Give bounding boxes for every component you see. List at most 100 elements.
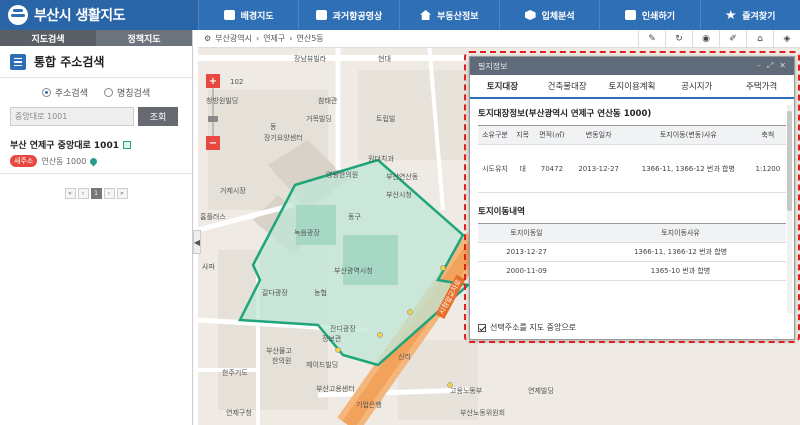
location-pin-icon[interactable] [88, 156, 99, 166]
copy-icon[interactable] [122, 140, 131, 149]
table-cell: 2013-12-27 [570, 144, 627, 193]
minimize-icon[interactable]: – [757, 61, 761, 71]
result-address: 부산 연제구 중앙대로 1001 [10, 141, 119, 151]
tab-land-use-plan[interactable]: 토지이용계획 [600, 75, 665, 97]
checkbox-checked-icon[interactable] [478, 323, 486, 332]
search-result[interactable]: 부산 연제구 중앙대로 1001 새주소 연산동 1000 [0, 128, 192, 174]
breadcrumb: ⚙ 부산광역시 › 연제구 › 연산5동 ✎ ↻ ◉ ✐ ⌂ ◈ [198, 30, 800, 48]
breadcrumb-dong[interactable]: 연산5동 [296, 33, 323, 44]
left-panel: 지도검색 정책지도 통합 주소검색 주소검색 명칭검색 조회 부산 연제구 중앙… [0, 30, 193, 425]
center-on-map-option[interactable]: 선택주소를 지도 중앙으로 [478, 322, 576, 333]
table-row: 2013-12-27 1366-11, 1366-12 번과 합병 [478, 242, 786, 262]
map-label: 정보관 [322, 335, 342, 343]
tab-land-register[interactable]: 토지대장 [470, 75, 535, 99]
table-cell: 시도유지 [478, 144, 512, 193]
tab-map-search[interactable]: 지도검색 [0, 30, 96, 46]
map-label: 동구 [348, 213, 361, 221]
map-label: 부산노동위원회 [460, 409, 506, 417]
nav-label: 입체분석 [541, 11, 575, 22]
map-label: 고용노동부 [450, 387, 483, 395]
zoom-knob[interactable] [208, 116, 218, 122]
map-label: 갈다광장 [262, 289, 288, 297]
table-row: 시도유지 대 70472 2013-12-27 1366-11, 1366-12… [478, 144, 786, 193]
page-next[interactable]: › [103, 188, 115, 199]
popup-tabs: 토지대장 건축물대장 토지이용계획 공시지가 주택가격 [470, 75, 794, 99]
maximize-icon[interactable]: ⤢ [767, 61, 773, 71]
search-type-radios: 주소검색 명칭검색 [0, 78, 192, 105]
map-label: 연제빌딩 [528, 387, 554, 395]
map-label: 기업은행 [356, 401, 382, 409]
table-header: 토지이동일 [478, 223, 576, 243]
location-icon[interactable]: ◉ [692, 30, 719, 48]
printer-icon [624, 10, 636, 20]
nav-3d-analysis[interactable]: 입체분석 [498, 0, 599, 30]
page-prev[interactable]: ‹ [77, 188, 89, 199]
result-title-row: 부산 연제구 중앙대로 1001 [10, 138, 182, 151]
section-land-register-title: 토지대장정보(부산광역시 연제구 연산동 1000) [478, 109, 652, 119]
app-title: 부산시 생활지도 [34, 8, 126, 24]
home-icon[interactable]: ⌂ [746, 30, 773, 48]
edit-icon[interactable]: ✐ [719, 30, 746, 48]
zoom-control: + − [206, 74, 220, 150]
nav-favorites[interactable]: 즐겨찾기 [699, 0, 800, 30]
main-nav: 배경지도 과거항공영상 부동산정보 입체분석 인쇄하기 즐겨찾기 [198, 0, 800, 30]
popup-header: 필지정보 – ⤢ ✕ [470, 57, 794, 75]
popup-body[interactable]: 토지대장정보(부산광역시 연제구 연산동 1000) 소유구분 지목 면적(㎡)… [470, 99, 794, 329]
page-last[interactable]: » [116, 188, 128, 199]
map-label: 잔디광장 [330, 325, 356, 333]
menu-icon[interactable] [10, 53, 26, 70]
map-label: 현대 [378, 55, 391, 63]
popup-scrollbar[interactable] [787, 105, 792, 313]
breadcrumb-city[interactable]: 부산광역시 [215, 33, 252, 44]
map-label: 사파 [202, 263, 215, 271]
search-button[interactable]: 조회 [138, 107, 178, 126]
tab-house-price[interactable]: 주택가격 [729, 75, 794, 97]
radio-name-search[interactable]: 명칭검색 [104, 86, 150, 99]
close-icon[interactable]: ✕ [779, 61, 786, 71]
center-on-map-label: 선택주소를 지도 중앙으로 [490, 323, 577, 332]
search-input[interactable] [10, 107, 134, 126]
map-label: 녹음광장 [294, 229, 320, 237]
top-bar: 부산시 생활지도 배경지도 과거항공영상 부동산정보 입체분석 인쇄하기 즐겨찾… [0, 0, 800, 30]
map-label: 장남뷰빌라 [294, 55, 327, 63]
tab-official-land-price[interactable]: 공시지가 [664, 75, 729, 97]
nav-print[interactable]: 인쇄하기 [599, 0, 699, 30]
panel-collapse-handle[interactable]: ◀ [193, 230, 201, 254]
nav-label: 즐겨찾기 [742, 11, 776, 22]
map-toolbar: ✎ ↻ ◉ ✐ ⌂ ◈ [638, 30, 800, 48]
zoom-in-button[interactable]: + [206, 74, 220, 88]
tab-policy-map[interactable]: 정책지도 [96, 30, 192, 46]
nav-label: 배경지도 [240, 11, 274, 22]
ruler-icon[interactable]: ✎ [638, 30, 665, 48]
map-label: 부산시청 [386, 191, 412, 199]
refresh-icon[interactable]: ↻ [665, 30, 692, 48]
busan-logo-icon [8, 5, 28, 25]
breadcrumb-district[interactable]: 연제구 [263, 33, 285, 44]
zoom-out-button[interactable]: − [206, 136, 220, 150]
table-header: 지목 [512, 125, 534, 145]
nav-label: 부동산정보 [437, 11, 479, 22]
page-current[interactable]: 1 [90, 188, 102, 199]
land-move-table: 토지이동일 토지이동사유 2013-12-27 1366-11, 1366-12… [478, 223, 786, 281]
map-label: 제이드빌딩 [306, 361, 339, 369]
page-first[interactable]: « [64, 188, 76, 199]
map-label: 한의원 [272, 357, 292, 365]
tab-building-register[interactable]: 건축물대장 [535, 75, 600, 97]
logo[interactable]: 부산시 생활지도 [0, 0, 198, 30]
nav-background-map[interactable]: 배경지도 [198, 0, 298, 30]
popup-title: 필지정보 [478, 61, 508, 71]
nav-aerial-photos[interactable]: 과거항공영상 [298, 0, 398, 30]
radio-address-search[interactable]: 주소검색 [41, 86, 88, 99]
left-tabs: 지도검색 정책지도 [0, 30, 192, 46]
result-sub-row: 새주소 연산동 1000 [10, 155, 182, 167]
breadcrumb-icon: ⚙ [204, 34, 212, 43]
map-label: 거목빌딩 [306, 115, 332, 123]
table-row: 2000-11-09 1365-10 번과 합병 [478, 261, 786, 281]
scroll-thumb[interactable] [787, 111, 792, 211]
breadcrumb-sep: › [289, 34, 293, 43]
layers-icon[interactable]: ◈ [773, 30, 800, 48]
radio-selected-icon [41, 88, 51, 97]
table-cell: 1366-11, 1366-12 번과 합병 [575, 242, 786, 262]
map-label: 홈플러스 [200, 213, 226, 221]
nav-real-estate[interactable]: 부동산정보 [398, 0, 499, 30]
